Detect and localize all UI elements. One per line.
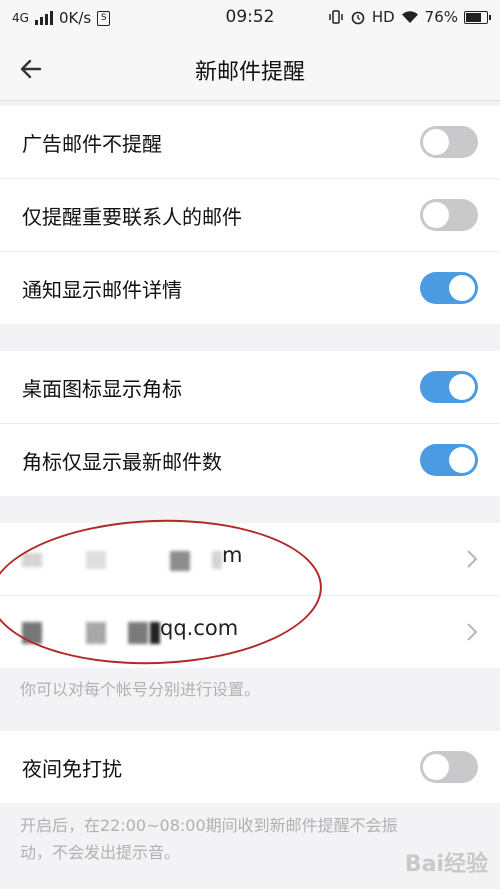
row-badge-latest-count: 角标仅显示最新邮件数 [0, 424, 500, 496]
chevron-right-icon [467, 623, 478, 641]
row-ad-mail: 广告邮件不提醒 [0, 106, 500, 179]
night-hint-line1: 开启后，在22:00~08:00期间收到新邮件提醒不会振 [20, 816, 398, 835]
important-contacts-label: 仅提醒重要联系人的邮件 [22, 205, 242, 229]
hd-label: HD [371, 8, 395, 26]
row-night-dnd: 夜间免打扰 [0, 731, 500, 803]
wifi-icon [401, 11, 418, 23]
show-details-toggle[interactable] [420, 272, 478, 304]
night-dnd-toggle[interactable] [420, 751, 478, 783]
toggle-knob [423, 129, 449, 155]
night-hint: 开启后，在22:00~08:00期间收到新邮件提醒不会振 动，不会发出提示音。 [20, 812, 398, 866]
nav-bar: 新邮件提醒 [0, 36, 500, 101]
row-show-details: 通知显示邮件详情 [0, 252, 500, 324]
alarm-icon [351, 11, 365, 25]
toggle-knob [423, 202, 449, 228]
show-details-label: 通知显示邮件详情 [22, 278, 182, 302]
ad-mail-toggle[interactable] [420, 126, 478, 158]
desktop-badge-label: 桌面图标显示角标 [22, 377, 182, 401]
desktop-badge-toggle[interactable] [420, 371, 478, 403]
badge-latest-count-label: 角标仅显示最新邮件数 [22, 450, 222, 474]
toggle-knob [449, 275, 475, 301]
battery-percent: 76% [424, 8, 458, 26]
status-bar: 4G 0K/s S 09:52 HD 76% [0, 0, 500, 36]
night-hint-line2: 动，不会发出提示音。 [20, 843, 181, 862]
baidu-watermark: Bai经验 [404, 852, 488, 877]
page-title: 新邮件提醒 [194, 60, 305, 85]
toggle-knob [423, 754, 449, 780]
row-desktop-badge: 桌面图标显示角标 [0, 351, 500, 424]
badge-options-group: 桌面图标显示角标 角标仅显示最新邮件数 [0, 351, 500, 496]
night-mode-group: 夜间免打扰 [0, 731, 500, 803]
chevron-right-icon [467, 550, 478, 568]
important-contacts-toggle[interactable] [420, 199, 478, 231]
night-dnd-label: 夜间免打扰 [22, 757, 122, 781]
status-right: HD 76% [328, 8, 491, 26]
toggle-knob [449, 374, 475, 400]
toggle-knob [449, 447, 475, 473]
row-important-contacts: 仅提醒重要联系人的邮件 [0, 179, 500, 252]
ad-mail-label: 广告邮件不提醒 [22, 132, 162, 156]
vibrate-icon [329, 10, 343, 24]
notification-options-group: 广告邮件不提醒 仅提醒重要联系人的邮件 通知显示邮件详情 [0, 106, 500, 324]
accounts-hint: 你可以对每个帐号分别进行设置。 [20, 680, 261, 699]
battery-icon [464, 10, 491, 24]
badge-latest-count-toggle[interactable] [420, 444, 478, 476]
